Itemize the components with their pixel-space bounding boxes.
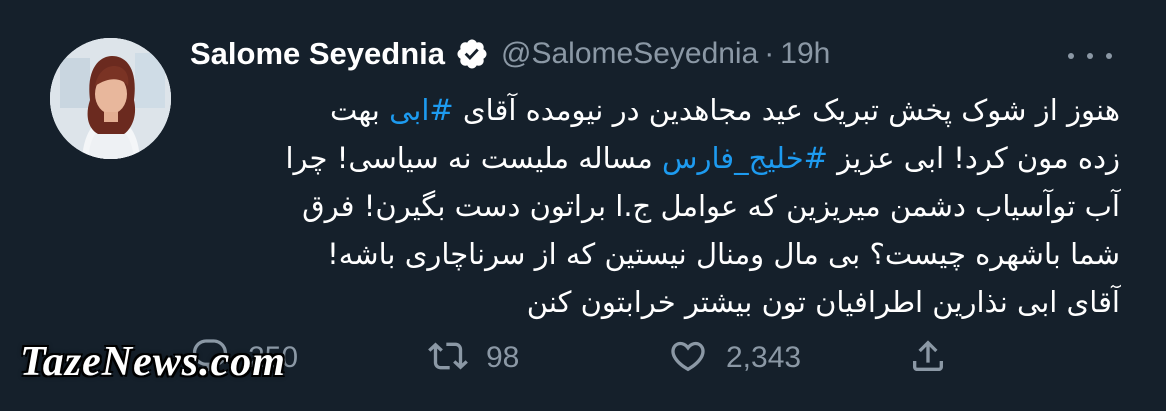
more-dots-icon[interactable]	[1068, 44, 1112, 68]
hashtag-link[interactable]: #ابی	[389, 93, 454, 127]
like-count: 2,343	[726, 341, 802, 374]
avatar[interactable]	[50, 38, 171, 159]
tweet-line-5: آقای ابی نذارین اطرافیان تون بیشتر خرابت…	[526, 285, 1120, 319]
tweet-line-3: آب توآسیاب دشمن میریزین که عوامل ج.ا برا…	[302, 189, 1120, 223]
author-name[interactable]: Salome Seyednia	[190, 36, 445, 72]
watermark-logo: TazeNews.com	[20, 339, 286, 385]
tweet-actions: 250 98 2,343	[190, 333, 960, 383]
retweet-button[interactable]: 98	[428, 333, 519, 383]
tweet-text: هنوز از شوک پخش تبریک عید مجاهدین در نیو…	[190, 86, 1121, 326]
like-button[interactable]: 2,343	[668, 333, 801, 383]
verified-badge-icon	[455, 37, 489, 71]
header-separator: ·	[764, 37, 775, 70]
hashtag-link[interactable]: #خلیج_فارس	[662, 141, 828, 175]
retweet-icon	[428, 336, 468, 380]
tweet-card: Salome Seyednia @SalomeSeyednia · 19h هن…	[0, 0, 1166, 411]
tweet-line-4: شما باشهره چیست؟ بی مال ومنال نیستین که …	[327, 237, 1120, 271]
tweet-timestamp[interactable]: 19h	[780, 37, 830, 71]
author-handle[interactable]: @SalomeSeyednia	[501, 37, 758, 71]
tweet-header: Salome Seyednia @SalomeSeyednia · 19h	[190, 34, 830, 74]
tweet-line-1: هنوز از شوک پخش تبریک عید مجاهدین در نیو…	[329, 93, 1120, 127]
share-button[interactable]	[908, 333, 948, 383]
heart-icon	[668, 336, 708, 380]
share-icon	[908, 336, 948, 380]
avatar-image	[50, 38, 171, 159]
tweet-line-2: زده مون کرد! ابی عزیز #خلیج_فارس مساله م…	[285, 141, 1121, 175]
retweet-count: 98	[486, 341, 520, 374]
